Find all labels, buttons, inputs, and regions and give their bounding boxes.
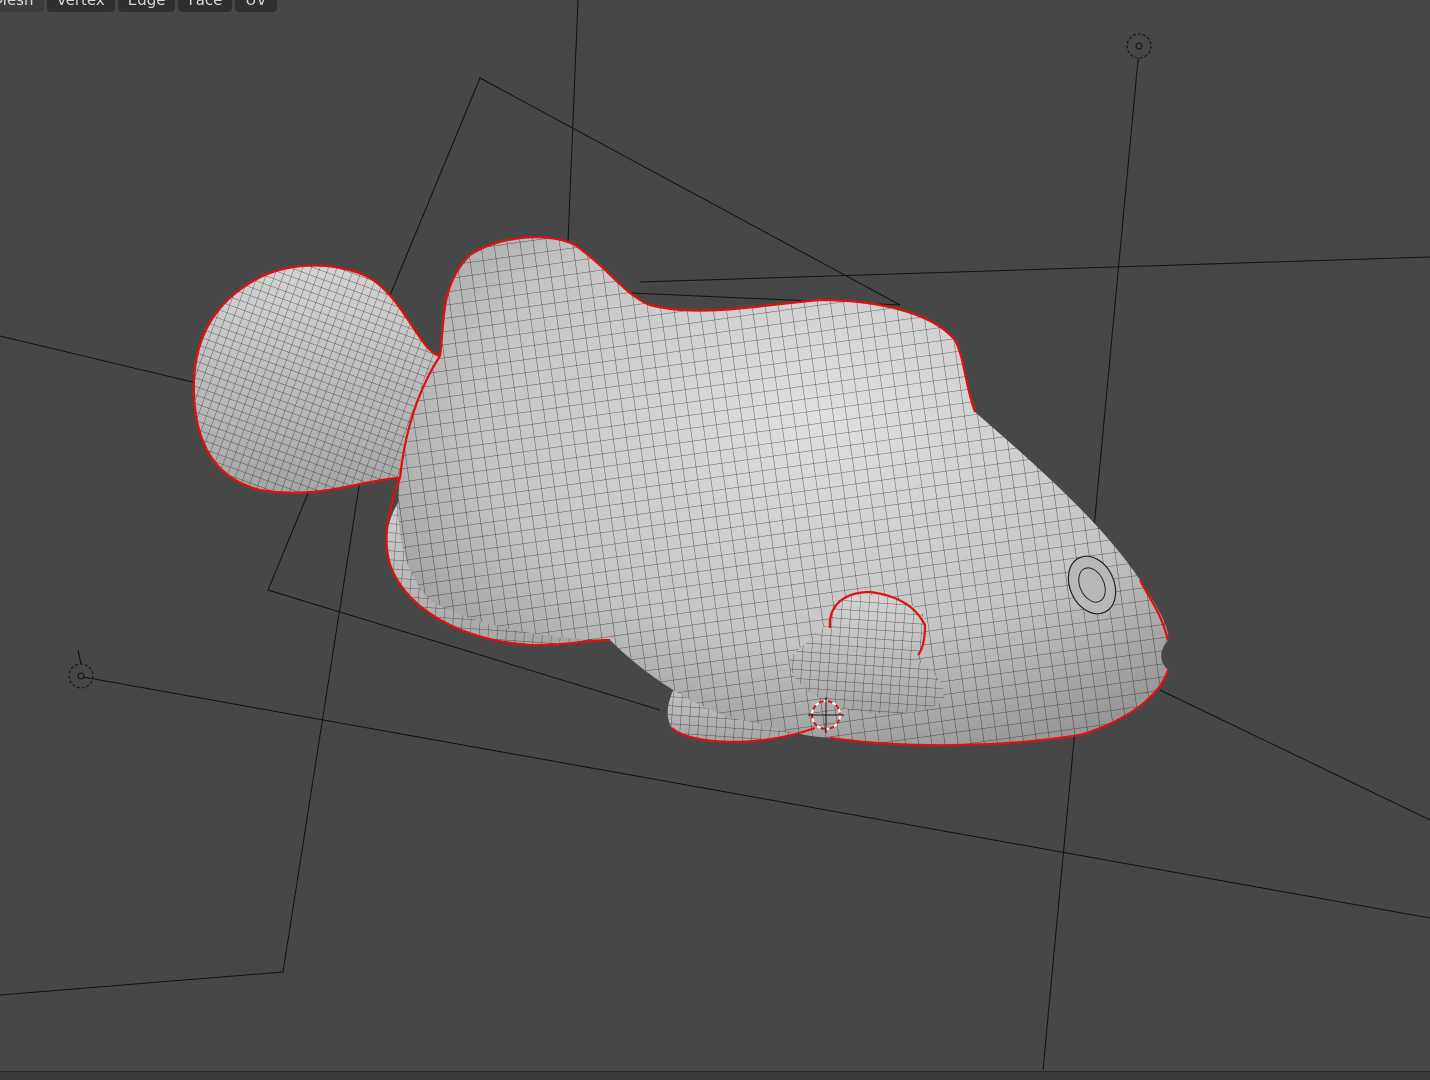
- helper-line: [0, 479, 361, 996]
- light-icon[interactable]: [68, 649, 94, 689]
- viewport-scene: [0, 0, 1430, 1071]
- menu-uv[interactable]: UV: [235, 0, 277, 12]
- menu-edge[interactable]: Edge: [117, 0, 176, 12]
- header-menubar: Mesh Vertex Edge Face UV: [0, 0, 277, 12]
- light-icon[interactable]: [1126, 33, 1152, 63]
- menu-vertex[interactable]: Vertex: [46, 0, 115, 12]
- menu-mesh[interactable]: Mesh: [0, 0, 44, 12]
- helper-line: [0, 335, 206, 386]
- viewport-bottom-border: [0, 1071, 1430, 1080]
- menu-face[interactable]: Face: [178, 0, 233, 12]
- 3d-viewport[interactable]: Mesh Vertex Edge Face UV: [0, 0, 1430, 1080]
- fish-mesh[interactable]: [192, 236, 1170, 747]
- helper-line: [1159, 689, 1430, 821]
- helper-line: [639, 256, 1430, 283]
